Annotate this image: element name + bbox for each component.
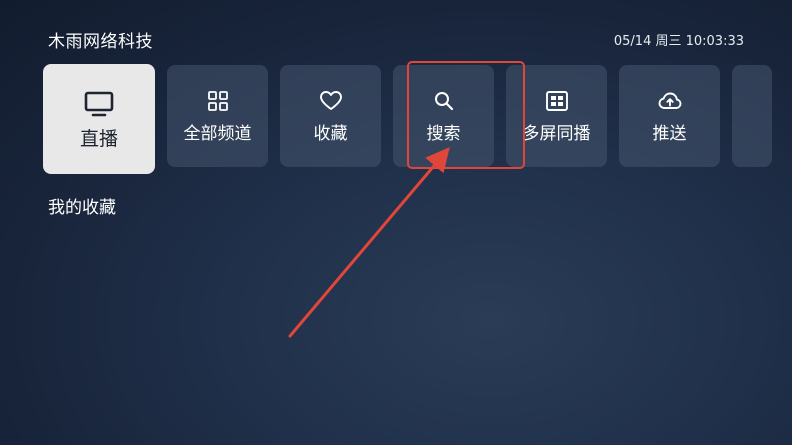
grid-icon <box>207 91 228 111</box>
menu-item-label: 直播 <box>79 128 118 150</box>
search-icon <box>434 92 453 111</box>
menu-item-more[interactable] <box>732 65 772 167</box>
menu-item-search[interactable]: 搜索 <box>393 65 494 167</box>
menu-item-label: 收藏 <box>313 124 348 144</box>
section-title-favorites: 我的收藏 <box>48 198 116 218</box>
heart-icon <box>319 91 342 110</box>
menu-item-label: 多屏同播 <box>522 124 591 144</box>
menu-item-favorites[interactable]: 收藏 <box>280 65 381 167</box>
cloud-upload-icon <box>658 92 681 109</box>
menu-item-label: 搜索 <box>426 124 461 144</box>
menu-item-live[interactable]: 直播 <box>43 64 155 174</box>
status-datetime: 05/14 周三 10:03:33 <box>613 34 744 49</box>
main-menu: 直播 全部频道 收藏 搜索 多屏同播 推送 <box>43 64 772 174</box>
menu-item-label: 推送 <box>652 124 687 144</box>
multiscreen-icon <box>545 91 568 111</box>
menu-item-label: 全部频道 <box>183 124 252 144</box>
brand-title: 木雨网络科技 <box>48 32 153 52</box>
menu-item-push[interactable]: 推送 <box>619 65 720 167</box>
menu-item-all-channels[interactable]: 全部频道 <box>167 65 268 167</box>
menu-item-multiscreen[interactable]: 多屏同播 <box>506 65 607 167</box>
tv-icon <box>84 91 114 117</box>
